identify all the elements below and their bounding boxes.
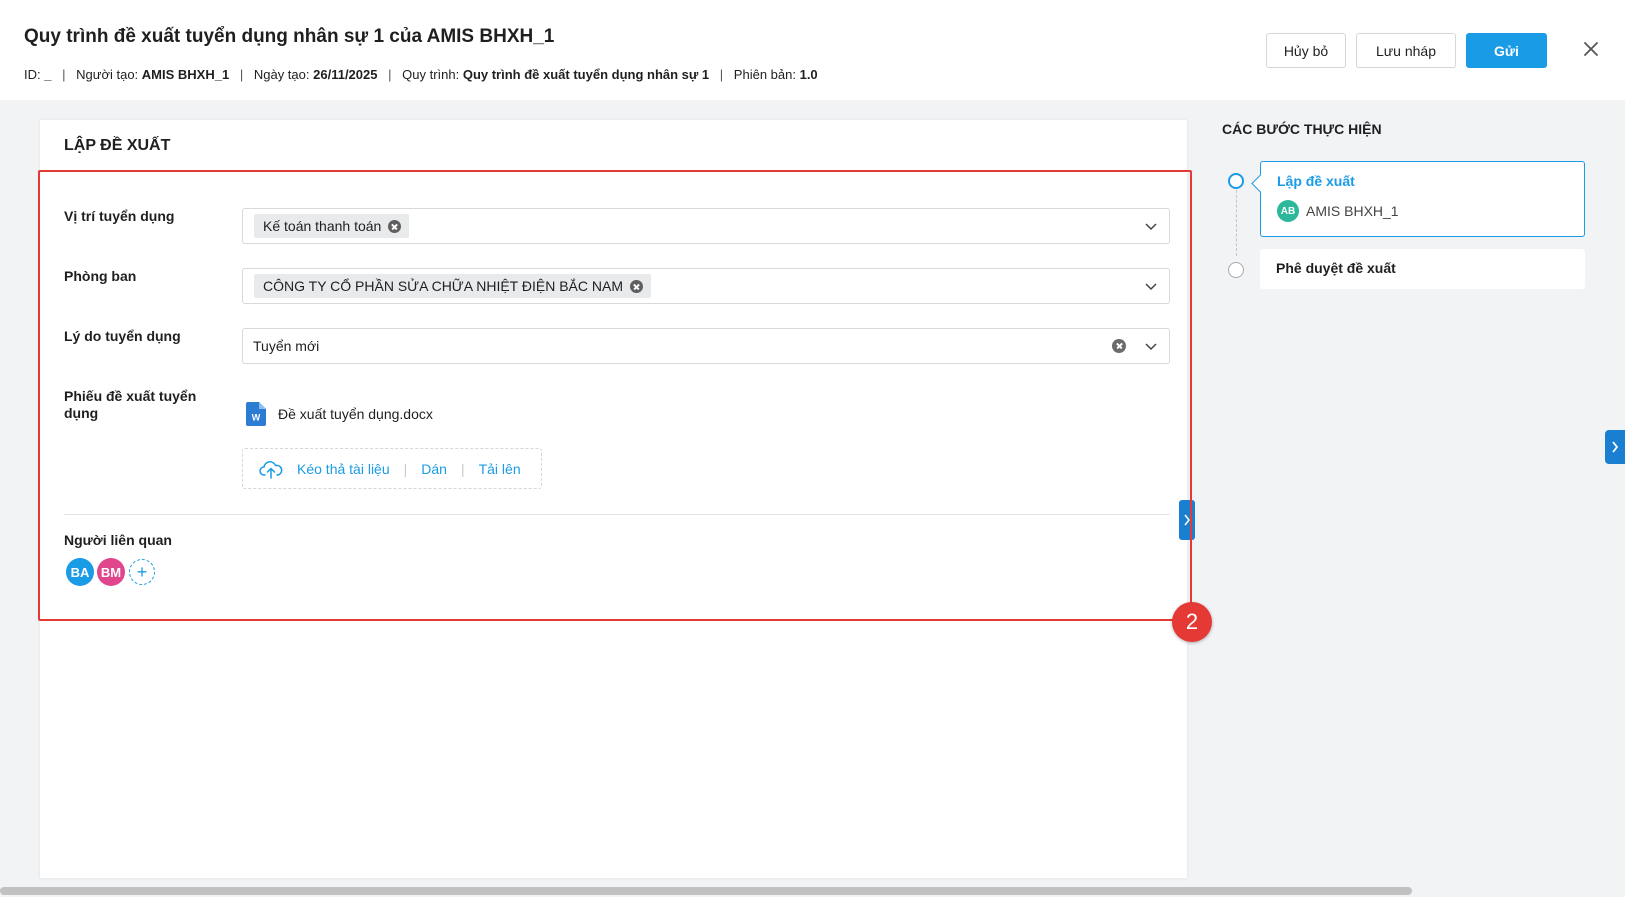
close-icon[interactable] xyxy=(1580,38,1602,60)
step-dot-idle xyxy=(1228,262,1244,278)
send-button[interactable]: Gửi xyxy=(1466,33,1547,68)
upload-dropzone[interactable]: Kéo thả tài liệu | Dán | Tải lên xyxy=(242,448,542,489)
position-chip-text: Kế toán thanh toán xyxy=(263,218,382,234)
page-title: Quy trình đề xuất tuyển dụng nhân sự 1 c… xyxy=(24,26,555,47)
meta-creator-label: Người tạo: xyxy=(76,67,139,82)
meta-line: ID: _ | Người tạo: AMIS BHXH_1 | Ngày tạ… xyxy=(24,67,818,82)
step-name: Phê duyệt đề xuất xyxy=(1276,260,1396,276)
step-approve-proposal[interactable]: Phê duyệt đề xuất xyxy=(1260,249,1585,289)
avatar: AB xyxy=(1277,200,1299,222)
position-chip: Kế toán thanh toán xyxy=(254,214,410,238)
meta-version-value: 1.0 xyxy=(799,67,818,82)
chevron-right-icon xyxy=(1184,514,1190,526)
step-user-name: AMIS BHXH_1 xyxy=(1306,203,1399,219)
attachment-file-name[interactable]: Đề xuất tuyển dụng.docx xyxy=(278,406,433,422)
drag-drop-link[interactable]: Kéo thả tài liệu xyxy=(297,461,390,477)
meta-separator: | xyxy=(239,67,244,82)
word-icon-letter: W xyxy=(252,413,261,423)
meta-separator: | xyxy=(719,67,724,82)
collapse-panel-tab[interactable] xyxy=(1179,500,1195,540)
chevron-down-icon[interactable] xyxy=(1145,281,1157,291)
paste-link[interactable]: Dán xyxy=(421,461,447,477)
steps-title: CÁC BƯỚC THỰC HIỆN xyxy=(1222,121,1382,137)
position-select[interactable]: Kế toán thanh toán xyxy=(242,208,1170,244)
chevron-right-icon xyxy=(1612,441,1619,453)
meta-version-label: Phiên bản: xyxy=(733,67,796,82)
section-divider xyxy=(64,514,1170,515)
chevron-down-icon[interactable] xyxy=(1145,221,1157,231)
upload-link[interactable]: Tải lên xyxy=(479,461,521,477)
department-chip-text: CÔNG TY CỔ PHẦN SỬA CHỮA NHIỆT ĐIỆN BẮC … xyxy=(263,278,623,294)
avatar[interactable]: BA xyxy=(66,558,94,586)
remove-chip-icon[interactable] xyxy=(629,279,643,293)
meta-id-value: _ xyxy=(44,67,52,82)
step-dot-active xyxy=(1228,173,1244,189)
upload-separator: | xyxy=(403,460,408,477)
department-select[interactable]: CÔNG TY CỔ PHẦN SỬA CHỮA NHIỆT ĐIỆN BẮC … xyxy=(242,268,1170,304)
annotation-badge: 2 xyxy=(1172,602,1212,642)
avatar[interactable]: BM xyxy=(97,558,125,586)
add-person-button[interactable]: + xyxy=(129,559,155,585)
reason-select[interactable]: Tuyển mới xyxy=(242,328,1170,364)
clear-icon[interactable] xyxy=(1112,339,1126,353)
cancel-button[interactable]: Hủy bỏ xyxy=(1266,33,1346,68)
step-name: Lập đề xuất xyxy=(1277,173,1355,189)
meta-id-label: ID: xyxy=(24,67,41,82)
attachment-file[interactable]: W Đề xuất tuyển dụng.docx xyxy=(246,402,433,426)
cloud-upload-icon xyxy=(259,460,283,479)
steps-connector xyxy=(1236,190,1237,256)
remove-chip-icon[interactable] xyxy=(388,219,402,233)
reason-label: Lý do tuyển dụng xyxy=(64,328,181,344)
meta-date-label: Ngày tạo: xyxy=(253,67,310,82)
header-bar: Quy trình đề xuất tuyển dụng nhân sự 1 c… xyxy=(0,0,1625,100)
meta-creator-value: AMIS BHXH_1 xyxy=(141,67,230,82)
word-file-icon: W xyxy=(246,402,266,426)
department-chip: CÔNG TY CỔ PHẦN SỬA CHỮA NHIỆT ĐIỆN BẮC … xyxy=(254,274,651,298)
attachment-label: Phiếu đề xuất tuyển dụng xyxy=(64,388,197,421)
meta-date-value: 26/11/2025 xyxy=(313,67,378,82)
section-title: LẬP ĐỀ XUẤT xyxy=(64,137,171,154)
meta-separator: | xyxy=(388,67,392,82)
chevron-down-icon[interactable] xyxy=(1145,341,1157,351)
save-draft-button[interactable]: Lưu nháp xyxy=(1356,33,1456,68)
position-label: Vị trí tuyển dụng xyxy=(64,208,175,224)
related-people-label: Người liên quan xyxy=(64,532,172,548)
step-create-proposal[interactable]: Lập đề xuất AB AMIS BHXH_1 xyxy=(1260,161,1585,237)
meta-process-label: Quy trình: xyxy=(402,67,460,82)
meta-process-value: Quy trình đề xuất tuyển dụng nhân sự 1 xyxy=(462,67,710,82)
upload-separator: | xyxy=(460,460,465,477)
meta-separator: | xyxy=(62,67,66,82)
horizontal-scrollbar[interactable] xyxy=(0,887,1412,895)
department-label: Phòng ban xyxy=(64,268,137,284)
reason-value: Tuyển mới xyxy=(253,338,320,354)
expand-side-panel-tab[interactable] xyxy=(1605,430,1625,464)
